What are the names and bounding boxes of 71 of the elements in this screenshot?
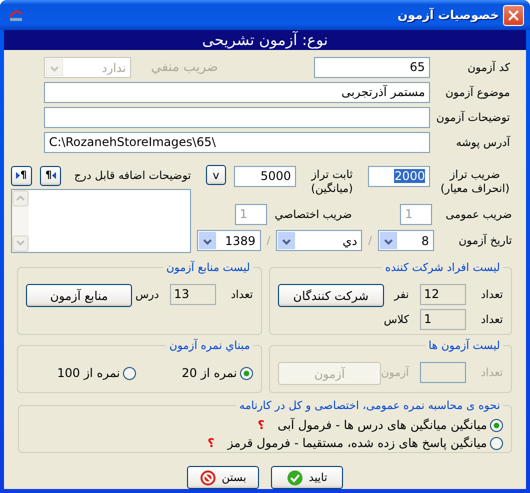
close-icon [508, 10, 519, 20]
unit-label: کلاس [384, 313, 409, 326]
scale-factor-field[interactable]: 2000 [368, 166, 430, 187]
count-field[interactable]: 13 [170, 284, 216, 305]
unit-label: درس [135, 288, 159, 301]
count-label: تعداد [480, 288, 503, 301]
radio-icon [240, 366, 253, 380]
grade-base-radio[interactable]: نمره از 100 [26, 366, 136, 380]
window-title: خصوصیات آزمون [398, 8, 499, 22]
text-direction-button[interactable]: ¶ [40, 166, 61, 186]
count-label: تعداد [230, 288, 253, 301]
close-button[interactable]: بستن [187, 466, 259, 489]
left-triangle-icon [52, 172, 56, 179]
sources-button[interactable]: منابع آزمون [26, 284, 132, 307]
exam-code-field[interactable]: 65 [314, 57, 430, 78]
field-label: ضریب اختصاصي [274, 208, 352, 221]
field-label: کد آزمون [466, 61, 510, 74]
count-field[interactable]: 12 [420, 284, 466, 305]
subject-field[interactable]: مستمر آذرتجربی [44, 82, 430, 103]
day-dropdown[interactable]: 8 [378, 230, 434, 251]
year-dropdown[interactable]: 1389 [196, 230, 261, 251]
field-label: تاریخ آزمون [458, 234, 512, 247]
count-field[interactable]: 1 [420, 309, 466, 330]
count-field[interactable] [420, 362, 466, 383]
scale-constant-field[interactable]: 5000 [234, 166, 296, 187]
no-entry-icon [200, 470, 216, 486]
app-icon [8, 8, 24, 22]
field-label: آدرس پوشه [454, 136, 510, 149]
grade-base-radio[interactable]: نمره از 20 [143, 366, 253, 380]
group-title: لیست منابع آزمون [166, 261, 250, 274]
radio-icon [490, 418, 503, 432]
field-label: ثابت تراز (میانگین) [310, 168, 354, 196]
group-title: لیست آزمون ها [428, 339, 500, 352]
formula-radio[interactable]: میانگین میانگین های درس ها - فرمول آبی [278, 418, 503, 432]
date-separator: / [266, 234, 270, 247]
month-dropdown[interactable]: دي [276, 230, 362, 251]
participants-button[interactable]: شرکت کنندگان [278, 284, 384, 307]
notes-field[interactable] [11, 189, 191, 253]
folder-field[interactable]: C:\RozanehStoreImages\65\ [44, 132, 430, 153]
dropdown-arrow-icon [46, 59, 63, 76]
radio-icon [123, 366, 136, 380]
ok-button[interactable]: تایید [271, 466, 343, 489]
help-link[interactable]: ؟ [207, 436, 214, 450]
date-separator: / [368, 234, 372, 247]
field-label: توضیحات آزمون [438, 111, 510, 124]
exam-type-banner: نوع: آزمون تشریحی [4, 30, 526, 50]
radio-icon [490, 436, 503, 450]
field-label: موضوع آزمون [444, 86, 510, 99]
count-label: تعداد [480, 366, 503, 379]
dropdown-arrow-icon [198, 232, 216, 249]
field-label: ضریب عمومی [444, 208, 512, 221]
apply-button[interactable]: v [206, 165, 226, 185]
dropdown-arrow-icon [380, 232, 397, 249]
help-link[interactable]: ؟ [258, 418, 265, 432]
field-label: ضریب تراز (انحراف معیار) [439, 168, 510, 196]
text-direction-button[interactable]: ¶ [11, 166, 32, 186]
formula-radio[interactable]: میانگین پاسخ های زده شده، مستقیما - فرمول قرمز [227, 436, 503, 450]
group-title: لیست افراد شرکت کننده [385, 261, 500, 274]
dropdown-arrow-icon [278, 232, 296, 249]
description-field[interactable] [44, 107, 430, 128]
unit-label: نفر [394, 288, 409, 301]
close-button[interactable] [503, 4, 524, 26]
group-title: نحوه ی محاسبه نمره عمومی، اختصاصی و کل در کارنامه [239, 399, 500, 412]
unit-label: آزمون [380, 366, 409, 379]
right-triangle-icon [16, 172, 20, 179]
scrollbar[interactable] [12, 190, 29, 252]
group-title: مبناي نمره آزمون [169, 339, 250, 352]
field-label: ضریب منفي [151, 60, 218, 75]
field-label: توضیحات اضافه قابل درج [74, 169, 191, 182]
check-icon [286, 470, 303, 486]
count-label: تعداد [480, 313, 503, 326]
